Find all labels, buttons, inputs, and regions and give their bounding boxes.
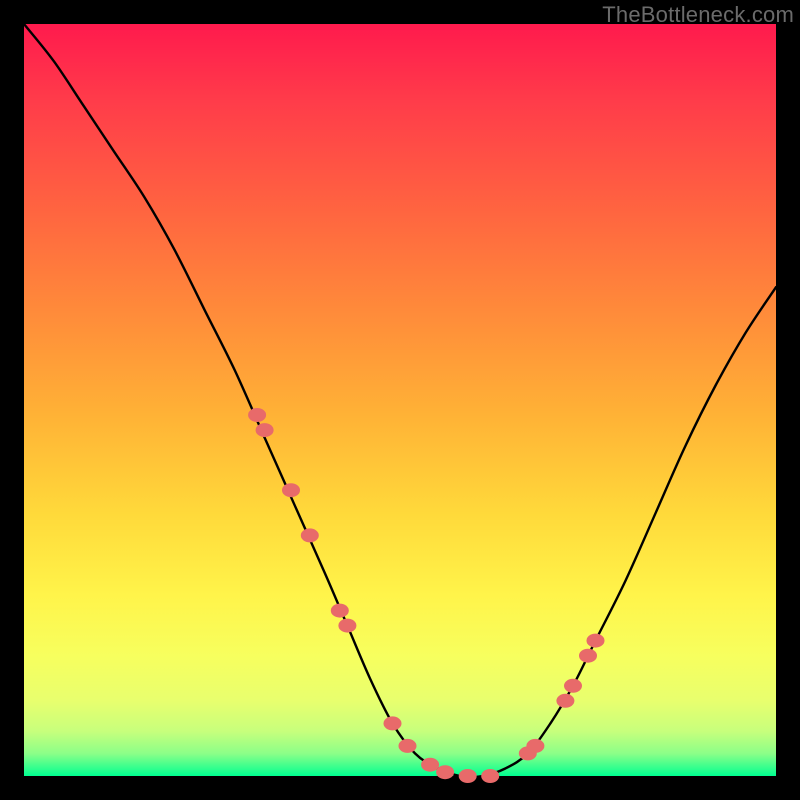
highlight-marker: [282, 483, 300, 497]
highlight-marker: [556, 694, 574, 708]
highlight-marker: [579, 649, 597, 663]
chart-svg: [24, 24, 776, 776]
highlight-marker: [331, 604, 349, 618]
highlight-marker: [421, 758, 439, 772]
highlight-marker: [481, 769, 499, 783]
highlight-marker: [399, 739, 417, 753]
highlight-marker: [587, 634, 605, 648]
highlight-marker: [564, 679, 582, 693]
watermark-text: TheBottleneck.com: [602, 2, 794, 28]
highlight-marker: [256, 423, 274, 437]
highlight-marker: [248, 408, 266, 422]
chart-frame: [24, 24, 776, 776]
highlight-marker: [459, 769, 477, 783]
highlight-marker: [338, 619, 356, 633]
highlight-marker: [301, 528, 319, 542]
highlight-marker: [526, 739, 544, 753]
highlight-marker: [384, 716, 402, 730]
bottleneck-curve: [24, 24, 776, 777]
highlight-marker: [436, 765, 454, 779]
highlight-markers: [248, 408, 604, 783]
